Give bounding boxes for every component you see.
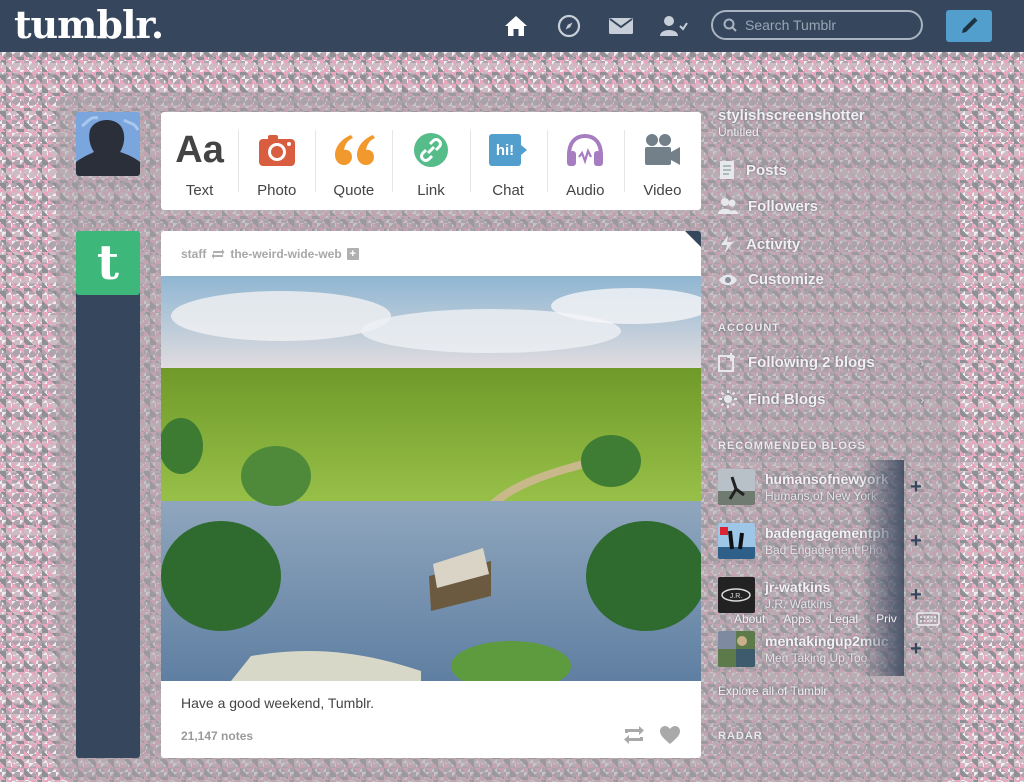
headphones-icon — [565, 130, 605, 170]
search-input[interactable] — [743, 16, 917, 34]
explore-all-link[interactable]: Explore all of Tumblr — [718, 684, 827, 698]
blog-thumbnail — [718, 523, 755, 559]
blog-name[interactable]: stylishscreenshotter — [718, 107, 865, 124]
post-type-label: Quote — [333, 182, 375, 199]
blog-thumbnail — [718, 469, 755, 505]
following-icon — [718, 352, 738, 372]
follow-plus-icon[interactable]: + — [904, 475, 928, 499]
menu-find-blogs[interactable]: Find Blogs › — [718, 389, 924, 409]
reblog-small-icon — [211, 248, 225, 260]
activity-icon — [718, 234, 736, 254]
link-icon — [413, 130, 449, 170]
row-fade — [860, 460, 904, 514]
find-blogs-icon — [718, 389, 738, 409]
pencil-icon — [959, 16, 979, 36]
menu-label: Find Blogs — [748, 390, 826, 408]
account-section-label: ACCOUNT — [718, 322, 780, 334]
post-caption: Have a good weekend, Tumblr. — [181, 695, 375, 711]
camera-icon — [258, 130, 296, 170]
menu-customize[interactable]: Customize — [718, 271, 824, 288]
menu-label: Posts — [746, 161, 787, 179]
post-type-link[interactable]: Link — [392, 112, 469, 210]
post-type-text[interactable]: Aa Text — [161, 112, 238, 210]
menu-posts[interactable]: Posts — [718, 160, 787, 180]
post-type-selector: Aa Text Photo Quote Link hi! Chat Audio — [161, 112, 701, 210]
follow-plus-icon[interactable]: + — [904, 529, 928, 553]
recommended-section-label: RECOMMENDED BLOGS — [718, 440, 866, 452]
menu-activity[interactable]: Activity — [718, 234, 800, 254]
tumblr-staff-avatar[interactable]: t — [76, 231, 140, 295]
menu-label: Activity — [746, 235, 801, 253]
blog-name: jr-watkins — [765, 579, 831, 595]
post-type-chat[interactable]: hi! Chat — [469, 112, 547, 210]
text-icon: Aa — [175, 129, 224, 171]
footer-link-apps[interactable]: Apps — [783, 612, 810, 626]
explore-icon[interactable] — [555, 12, 583, 40]
top-navigation-bar: tumblr. — [0, 0, 1024, 52]
blog-title: Men Taking Up Too — [765, 651, 868, 665]
menu-following[interactable]: Following 2 blogs › — [718, 352, 924, 372]
post-type-label: Audio — [566, 182, 605, 199]
follow-plus-icon[interactable]: + — [346, 248, 359, 260]
post-photo[interactable] — [161, 276, 701, 691]
post-type-video[interactable]: Video — [623, 112, 701, 210]
search-icon — [723, 18, 737, 32]
post-author-link[interactable]: staff — [181, 247, 206, 261]
inbox-icon[interactable] — [607, 12, 635, 40]
dashboard-post: staff the-weird-wide-web + Have a good w… — [161, 231, 701, 758]
user-avatar[interactable] — [76, 112, 140, 176]
follow-plus-icon[interactable]: + — [904, 637, 928, 661]
blog-sidebar: t — [76, 231, 140, 758]
tumblr-logo[interactable]: tumblr. — [14, 2, 164, 47]
blog-thumbnail: J.R. — [718, 577, 755, 613]
menu-label: Following 2 blogs — [748, 353, 875, 371]
compose-button[interactable] — [946, 10, 992, 42]
blog-subtitle: Untitled — [718, 125, 759, 139]
menu-label: Followers — [748, 197, 819, 215]
post-type-label: Text — [185, 182, 214, 199]
reblogged-from-link[interactable]: the-weird-wide-web — [230, 247, 341, 261]
svg-text:hi!: hi! — [496, 142, 514, 159]
menu-followers[interactable]: Followers — [718, 197, 818, 215]
like-heart-icon[interactable] — [659, 725, 681, 745]
post-type-label: Chat — [492, 182, 524, 199]
post-type-audio[interactable]: Audio — [546, 112, 624, 210]
post-type-label: Link — [417, 182, 445, 199]
post-type-label: Video — [643, 182, 682, 199]
eye-icon — [718, 273, 738, 287]
chevron-right-icon: › — [920, 354, 925, 370]
post-actions — [623, 725, 681, 745]
reblog-icon[interactable] — [623, 725, 645, 745]
blog-title: J.R. Watkins — [765, 597, 832, 611]
row-fade — [860, 514, 904, 568]
post-header: staff the-weird-wide-web + — [181, 247, 359, 261]
menu-label: Customize — [748, 271, 824, 288]
svg-text:J.R.: J.R. — [730, 593, 743, 600]
post-type-label: Photo — [257, 182, 297, 199]
footer-link-legal[interactable]: Legal — [829, 612, 858, 626]
video-camera-icon — [643, 130, 681, 170]
keyboard-icon[interactable] — [916, 612, 940, 626]
footer-link-about[interactable]: About — [734, 612, 765, 626]
chevron-right-icon: › — [920, 391, 925, 407]
chat-icon: hi! — [488, 130, 528, 170]
radar-section-label: RADAR — [718, 730, 763, 742]
blog-thumbnail — [718, 631, 755, 667]
post-corner-fold — [685, 231, 701, 247]
account-icon[interactable] — [660, 12, 688, 40]
post-notes-count[interactable]: 21,147 notes — [181, 729, 253, 743]
post-type-photo[interactable]: Photo — [238, 112, 315, 210]
row-fade — [860, 622, 904, 676]
follow-plus-icon[interactable]: + — [904, 583, 928, 607]
post-type-quote[interactable]: Quote — [315, 112, 392, 210]
followers-icon — [718, 197, 738, 215]
home-icon[interactable] — [502, 12, 530, 40]
search-box[interactable] — [711, 10, 923, 40]
posts-icon — [718, 160, 736, 180]
quote-icon — [333, 130, 375, 170]
